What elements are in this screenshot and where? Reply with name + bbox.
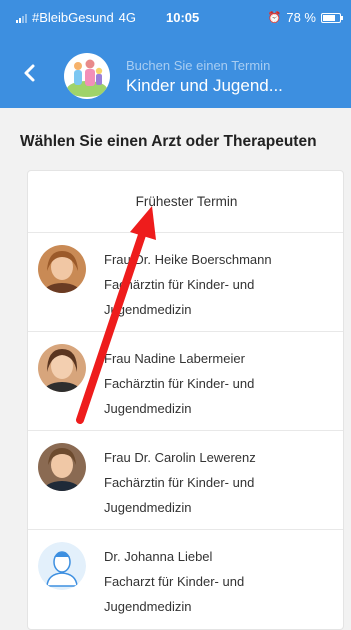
- doctor-item[interactable]: Dr. Johanna Liebel Facharzt für Kinder- …: [28, 530, 343, 629]
- earliest-appointment-button[interactable]: Frühester Termin: [28, 171, 343, 233]
- back-button[interactable]: [22, 62, 38, 86]
- doctor-name: Frau Dr. Carolin Lewerenz: [104, 450, 256, 465]
- doctor-info: Frau Dr. Carolin Lewerenz Fachärztin für…: [104, 445, 334, 520]
- network-label: 4G: [118, 10, 137, 25]
- doctor-specialty: Fachärztin für Kinder- und: [104, 277, 255, 292]
- doctor-name: Dr. Johanna Liebel: [104, 549, 213, 564]
- avatar: [38, 443, 86, 491]
- doctor-info: Frau Nadine Labermeier Fachärztin für Ki…: [104, 346, 334, 421]
- doctor-specialty: Jugendmedizin: [104, 500, 192, 515]
- status-left: #BleibGesund 4G: [16, 10, 136, 25]
- battery-fill: [323, 14, 336, 21]
- battery-label: 78 %: [286, 10, 316, 25]
- doctor-specialty: Fachärztin für Kinder- und: [104, 376, 255, 391]
- header-title: Kinder und Jugend...: [126, 76, 283, 95]
- doctor-info: Frau Dr. Heike Boerschmann Fachärztin fü…: [104, 247, 334, 322]
- doctor-specialty: Fachärztin für Kinder- und: [104, 475, 255, 490]
- alarm-icon: ⏰: [267, 12, 282, 24]
- avatar: [38, 245, 86, 293]
- app-header: #BleibGesund 4G 10:05 ⏰ 78 % Buchen Sie …: [0, 0, 351, 108]
- doctor-specialty: Jugendmedizin: [104, 401, 192, 416]
- section-title: Wählen Sie einen Arzt oder Therapeuten: [20, 133, 317, 150]
- battery-icon: [321, 12, 343, 23]
- doctor-item[interactable]: Frau Nadine Labermeier Fachärztin für Ki…: [28, 332, 343, 431]
- status-bar: #BleibGesund 4G 10:05 ⏰ 78 %: [0, 0, 351, 34]
- avatar: [38, 344, 86, 392]
- signal-icon: [16, 13, 27, 23]
- doctor-list: Frühester Termin Frau Dr. Heike Boerschm…: [27, 170, 344, 630]
- doctor-name: Frau Nadine Labermeier: [104, 351, 245, 366]
- status-right: ⏰ 78 %: [267, 10, 343, 25]
- practice-logo: [64, 53, 110, 99]
- doctor-placeholder-icon: [38, 542, 86, 590]
- doctor-specialty: Facharzt für Kinder- und: [104, 574, 245, 589]
- doctor-item[interactable]: Frau Dr. Carolin Lewerenz Fachärztin für…: [28, 431, 343, 530]
- doctor-item[interactable]: Frau Dr. Heike Boerschmann Fachärztin fü…: [28, 233, 343, 332]
- carrier-label: #BleibGesund: [32, 10, 114, 25]
- chevron-left-icon: [24, 64, 35, 82]
- doctor-specialty: Jugendmedizin: [104, 599, 192, 614]
- doctor-name: Frau Dr. Heike Boerschmann: [104, 252, 272, 267]
- doctor-info: Dr. Johanna Liebel Facharzt für Kinder- …: [104, 544, 334, 619]
- clock: 10:05: [166, 10, 200, 25]
- doctor-specialty: Jugendmedizin: [104, 302, 192, 317]
- header-subtitle: Buchen Sie einen Termin: [126, 58, 271, 73]
